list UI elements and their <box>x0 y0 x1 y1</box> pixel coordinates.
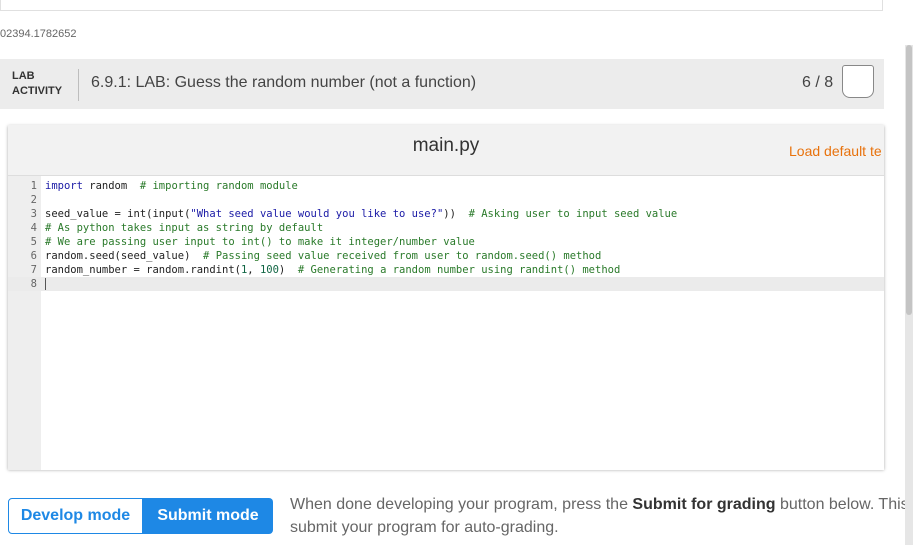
editor-filename: main.py <box>412 135 480 156</box>
code-text[interactable]: import random # importing random module <box>45 179 298 193</box>
line-number: 8 <box>30 278 37 290</box>
code-token: "What seed value would you like to use?" <box>190 208 444 220</box>
page-scrollbar[interactable] <box>905 45 913 545</box>
code-token: import <box>45 180 83 192</box>
instructions-pre: When done developing your program, press… <box>290 496 633 513</box>
instructions-bold: Submit for grading <box>632 496 776 513</box>
code-line[interactable]: 3 seed_value = int(input("What seed value… <box>8 207 884 221</box>
code-token: random <box>82 180 140 192</box>
lab-activity-tag: LAB ACTIVITY <box>12 70 63 97</box>
load-default-template-link[interactable]: Load default te <box>789 143 882 159</box>
code-text[interactable]: seed_value = int(input("What seed value … <box>45 207 677 221</box>
code-line[interactable]: 5 # We are passing user input to int() to… <box>8 235 884 249</box>
line-number: 1 <box>30 180 37 192</box>
code-editor-panel: main.py Load default te 1 import random #… <box>8 125 884 470</box>
code-token: # We are passing user input to int() to … <box>45 236 475 248</box>
scrollbar-thumb[interactable] <box>906 45 912 315</box>
code-token: seed_value = int(input( <box>45 208 191 220</box>
code-token: ) <box>278 264 298 276</box>
course-id: 02394.1782652 <box>0 28 77 40</box>
score-badge-icon <box>842 65 874 98</box>
code-text[interactable]: # We are passing user input to int() to … <box>45 235 475 249</box>
code-area[interactable]: 1 import random # importing random module… <box>8 175 884 470</box>
code-line[interactable]: 8 <box>8 277 884 291</box>
line-number: 7 <box>30 264 37 276</box>
line-number: 2 <box>30 194 37 206</box>
code-token: 100 <box>259 264 279 276</box>
code-text[interactable]: random.seed(seed_value) # Passing seed v… <box>45 249 601 263</box>
code-token: # Asking user to input seed value <box>468 208 678 220</box>
line-number: 4 <box>30 222 37 234</box>
code-line[interactable]: 4 # As python takes input as string by de… <box>8 221 884 235</box>
code-lines[interactable]: 1 import random # importing random module… <box>8 179 884 291</box>
lab-title: 6.9.1: LAB: Guess the random number (not… <box>91 74 477 91</box>
develop-mode-button[interactable]: Develop mode <box>8 498 143 534</box>
code-token: random.seed(seed_value) <box>45 250 204 262</box>
instructions-post: button below. This <box>775 496 909 513</box>
code-token: # Generating a random number using randi… <box>297 264 621 276</box>
code-token: # importing random module <box>139 180 298 192</box>
score-text: 6 / 8 <box>802 74 834 91</box>
code-line[interactable]: 1 import random # importing random module <box>8 179 884 193</box>
code-token: random_number = random.randint( <box>45 264 241 276</box>
code-token: # Passing seed value received from user … <box>203 250 602 262</box>
line-number: 3 <box>30 208 37 220</box>
code-line[interactable]: 7 random_number = random.randint(1, 100) … <box>8 263 884 277</box>
code-line[interactable]: 6 random.seed(seed_value) # Passing seed … <box>8 249 884 263</box>
code-token: )) <box>443 208 469 220</box>
instructions-text: When done developing your program, press… <box>290 493 909 539</box>
submit-mode-button[interactable]: Submit mode <box>143 498 273 534</box>
line-number: 5 <box>30 236 37 248</box>
code-text[interactable]: # As python takes input as string by def… <box>45 221 323 235</box>
line-number: 6 <box>30 250 37 262</box>
code-line[interactable]: 2 <box>8 193 884 207</box>
lab-header: LAB ACTIVITY 6.9.1: LAB: Guess the rando… <box>0 59 884 109</box>
code-token: # As python takes input as string by def… <box>45 222 324 234</box>
lab-divider <box>78 69 79 101</box>
instructions-line2: submit your program for auto-grading. <box>290 519 559 536</box>
code-token: , <box>247 264 260 276</box>
code-text[interactable]: random_number = random.randint(1, 100) #… <box>45 263 620 277</box>
previous-panel <box>0 0 883 11</box>
text-cursor <box>45 278 46 290</box>
